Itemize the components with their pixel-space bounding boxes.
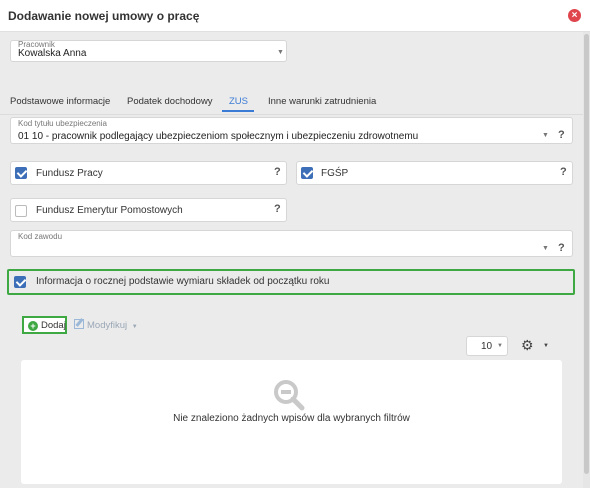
tab-zus[interactable]: ZUS [229,96,248,107]
employee-select[interactable]: Pracownik Kowalska Anna ▼ [10,40,287,62]
tabs-divider [0,114,583,115]
occupation-code-select[interactable]: Kod zawodu ▼ ? [10,230,573,257]
annual-basis-checkbox[interactable] [14,276,26,288]
zoom-out-icon [274,380,305,411]
add-button[interactable]: + Dodaj [22,316,67,334]
occupation-code-label: Kod zawodu [18,232,63,241]
fgsp-field[interactable]: FGŚP ? [296,161,573,185]
chevron-down-icon[interactable]: ▼ [543,343,549,349]
femp-label: Fundusz Emerytur Pomostowych [36,205,183,216]
employee-value: Kowalska Anna [18,48,87,59]
femp-field[interactable]: Fundusz Emerytur Pomostowych ? [10,198,287,222]
annual-basis-field[interactable]: Informacja o rocznej podstawie wymiaru s… [10,272,573,292]
fundusz-pracy-checkbox[interactable] [15,167,27,179]
chevron-down-icon: ▼ [542,132,549,139]
page-size-select[interactable]: 10 ▼ [466,336,508,356]
help-icon[interactable]: ? [274,166,281,178]
fundusz-pracy-field[interactable]: Fundusz Pracy ? [10,161,287,185]
insurance-code-select[interactable]: Kod tytułu ubezpieczenia 01 10 - pracown… [10,117,573,144]
tab-bar: Podstawowe informacje Podatek dochodowy … [0,90,583,114]
fundusz-pracy-label: Fundusz Pracy [36,168,103,179]
active-tab-indicator [222,110,254,112]
add-button-label: Dodaj [41,320,66,331]
chevron-down-icon: ▼ [542,245,549,252]
chevron-down-icon: ▼ [277,49,284,56]
tab-income-tax[interactable]: Podatek dochodowy [127,96,213,107]
tab-basic-info[interactable]: Podstawowe informacje [10,96,110,107]
chevron-down-icon: ▼ [131,324,138,330]
help-icon[interactable]: ? [558,129,565,141]
help-icon[interactable]: ? [558,242,565,254]
chevron-down-icon: ▼ [497,343,503,349]
tab-other-conditions[interactable]: Inne warunki zatrudnienia [268,96,376,107]
plus-icon: + [28,321,38,331]
page-size-value: 10 [481,341,493,352]
dialog-header: Dodawanie nowej umowy o pracę × [0,0,590,32]
scrollbar-thumb[interactable] [584,34,589,474]
modify-button-label: Modyfikuj [87,320,128,331]
empty-message: Nie znaleziono żadnych wpisów dla wybran… [173,413,410,424]
edit-icon [74,319,84,329]
femp-checkbox[interactable] [15,205,27,217]
fgsp-checkbox[interactable] [301,167,313,179]
insurance-code-label: Kod tytułu ubezpieczenia [18,119,107,128]
annual-basis-label: Informacja o rocznej podstawie wymiaru s… [36,276,330,287]
help-icon[interactable]: ? [560,166,567,178]
help-icon[interactable]: ? [274,203,281,215]
close-icon[interactable]: × [568,9,581,22]
dialog-title: Dodawanie nowej umowy o pracę [8,9,200,23]
gear-icon[interactable]: ⚙ [521,337,534,354]
fgsp-label: FGŚP [321,168,349,179]
modify-button[interactable]: Modyfikuj ▼ [74,319,138,331]
insurance-code-value: 01 10 - pracownik podlegający ubezpiecze… [18,131,419,142]
